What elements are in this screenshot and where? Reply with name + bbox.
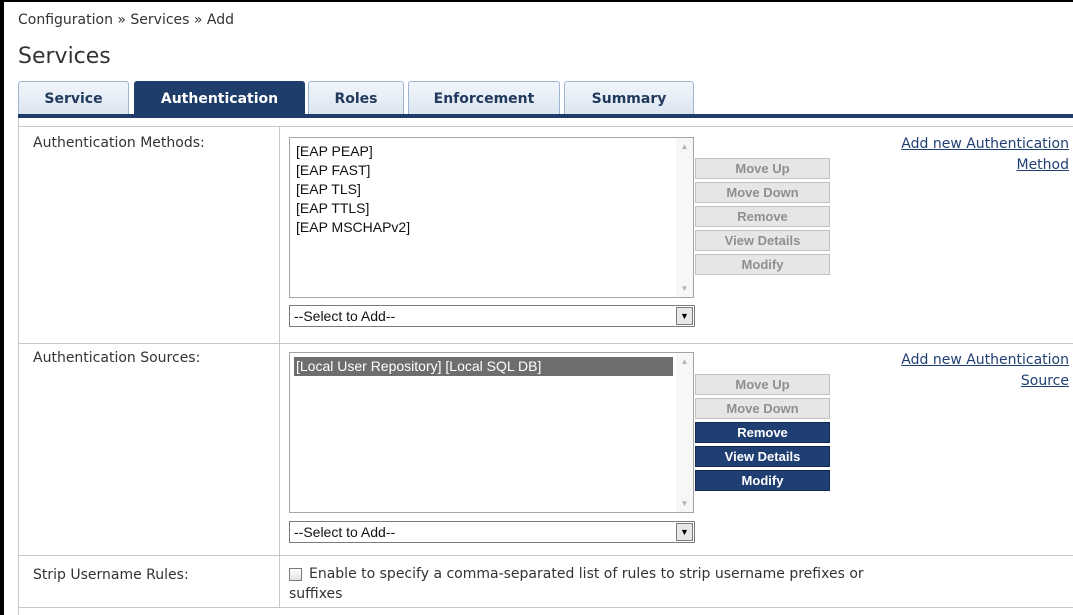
tab-enforcement[interactable]: Enforcement (408, 81, 560, 114)
auth-methods-label: Authentication Methods: (33, 135, 205, 151)
chevron-down-icon[interactable]: ▼ (676, 523, 693, 541)
select-value: --Select to Add-- (294, 524, 396, 540)
auth-sources-label: Authentication Sources: (33, 350, 201, 366)
page-title: Services (18, 44, 111, 69)
add-new-authentication-method-link[interactable]: Add new Authentication Method (849, 134, 1069, 176)
chevron-down-icon[interactable]: ▼ (676, 307, 693, 325)
auth-methods-row: Authentication Methods: [EAP PEAP] [EAP … (19, 126, 1073, 344)
scroll-down-arrow-icon[interactable]: ▼ (676, 280, 693, 297)
modify-button[interactable]: Modify (695, 254, 830, 275)
auth-sources-select[interactable]: --Select to Add-- ▼ (289, 521, 695, 543)
move-down-button[interactable]: Move Down (695, 182, 830, 203)
move-up-button[interactable]: Move Up (695, 158, 830, 179)
row-divider (279, 556, 280, 607)
modify-button[interactable]: Modify (695, 470, 830, 491)
auth-methods-items: [EAP PEAP] [EAP FAST] [EAP TLS] [EAP TTL… (294, 142, 673, 237)
auth-sources-items: [Local User Repository] [Local SQL DB] (294, 357, 673, 376)
tab-summary[interactable]: Summary (564, 81, 694, 114)
list-item[interactable]: [EAP FAST] (294, 161, 673, 180)
list-item[interactable]: [EAP TTLS] (294, 199, 673, 218)
listbox-scrollbar[interactable]: ▲ ▼ (676, 138, 693, 297)
window-frame-left (0, 0, 4, 615)
breadcrumb: Configuration » Services » Add (18, 12, 235, 28)
remove-button[interactable]: Remove (695, 422, 830, 443)
tab-authentication[interactable]: Authentication (134, 81, 305, 114)
list-item[interactable]: [EAP MSCHAPv2] (294, 218, 673, 237)
row-divider (279, 344, 280, 555)
list-item[interactable]: [EAP TLS] (294, 180, 673, 199)
list-item[interactable]: [EAP PEAP] (294, 142, 673, 161)
window-frame-top (0, 0, 1073, 2)
auth-sources-row: Authentication Sources: [Local User Repo… (19, 344, 1073, 556)
scroll-up-arrow-icon[interactable]: ▲ (676, 353, 693, 370)
link-text-line1: Add new Authentication (901, 352, 1069, 368)
link-text-line1: Add new Authentication (901, 136, 1069, 152)
scroll-down-arrow-icon[interactable]: ▼ (676, 495, 693, 512)
view-details-button[interactable]: View Details (695, 230, 830, 251)
view-details-button[interactable]: View Details (695, 446, 830, 467)
link-text-line2: Source (1020, 373, 1069, 389)
listbox-scrollbar[interactable]: ▲ ▼ (676, 353, 693, 512)
tab-roles[interactable]: Roles (308, 81, 404, 114)
remove-button[interactable]: Remove (695, 206, 830, 227)
tab-service[interactable]: Service (18, 81, 129, 114)
row-divider (279, 127, 280, 343)
auth-methods-select[interactable]: --Select to Add-- ▼ (289, 305, 695, 327)
authentication-panel: Authentication Methods: [EAP PEAP] [EAP … (18, 118, 1073, 615)
scroll-up-arrow-icon[interactable]: ▲ (676, 138, 693, 155)
strip-username-label: Strip Username Rules: (33, 567, 189, 583)
auth-methods-listbox[interactable]: [EAP PEAP] [EAP FAST] [EAP TLS] [EAP TTL… (289, 137, 694, 298)
auth-sources-listbox[interactable]: [Local User Repository] [Local SQL DB] ▲… (289, 352, 694, 513)
link-text-line2: Method (1016, 157, 1069, 173)
strip-username-text-line2: suffixes (289, 586, 343, 602)
move-up-button[interactable]: Move Up (695, 374, 830, 395)
add-new-authentication-source-link[interactable]: Add new Authentication Source (849, 350, 1069, 392)
list-item[interactable]: [Local User Repository] [Local SQL DB] (294, 357, 673, 376)
strip-username-row: Strip Username Rules: Enable to specify … (19, 556, 1073, 608)
select-value: --Select to Add-- (294, 308, 396, 324)
strip-username-text-line1: Enable to specify a comma-separated list… (309, 566, 864, 582)
strip-username-checkbox[interactable] (289, 568, 302, 581)
move-down-button[interactable]: Move Down (695, 398, 830, 419)
